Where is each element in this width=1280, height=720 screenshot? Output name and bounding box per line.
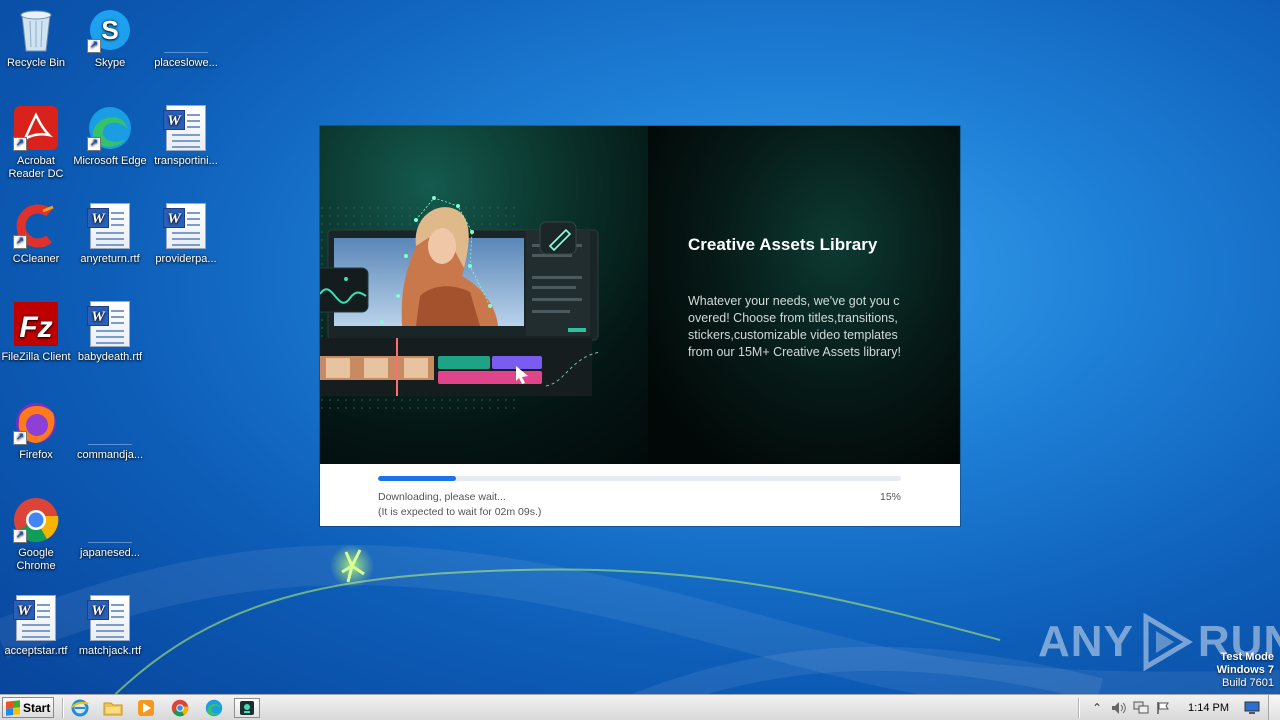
desktop-icon-japanesed[interactable]: japanesed... — [72, 496, 148, 560]
system-tray: ⌃ 1:14 PM — [1078, 695, 1280, 720]
media-player-icon[interactable] — [133, 698, 159, 718]
desktop-icon-edge[interactable]: ↗ Microsoft Edge — [72, 104, 148, 168]
skype-icon: S ↗ — [86, 6, 134, 54]
shortcut-arrow-icon: ↗ — [13, 431, 27, 445]
icon-label: Recycle Bin — [6, 57, 66, 69]
desktop-icon-commandja[interactable]: commandja... — [72, 398, 148, 462]
icon-label: Acrobat Reader DC — [8, 155, 64, 180]
shortcut-arrow-icon: ↗ — [13, 529, 27, 543]
icon-label: Firefox — [19, 449, 53, 461]
word-doc-icon: W — [162, 202, 210, 250]
progress-percent: 15% — [879, 491, 901, 503]
blank-file-icon — [86, 398, 134, 446]
status-line: Downloading, please wait... — [378, 491, 506, 503]
svg-text:Fz: Fz — [19, 311, 52, 344]
desktop-icon-babydeath[interactable]: W babydeath.rtf — [72, 300, 148, 364]
chrome-icon[interactable] — [167, 698, 193, 718]
icon-label: anyreturn.rtf — [80, 253, 140, 265]
desktop-icon-ccleaner[interactable]: ↗ CCleaner — [0, 202, 74, 266]
icon-label: placeslowe... — [154, 57, 218, 69]
shortcut-arrow-icon: ↗ — [13, 137, 27, 151]
blank-file-icon — [162, 6, 210, 54]
desktop-icon-filezilla[interactable]: Fz FileZilla Client — [0, 300, 74, 364]
volume-icon[interactable] — [1111, 700, 1127, 716]
acrobat-icon: ↗ — [12, 104, 60, 152]
action-center-flag-icon[interactable] — [1155, 700, 1171, 716]
word-doc-icon: W — [162, 104, 210, 152]
explorer-folder-icon[interactable] — [100, 698, 126, 718]
show-desktop-button[interactable] — [1268, 695, 1280, 720]
progress-bar — [378, 476, 901, 481]
video-editor-illustration — [320, 196, 601, 414]
icon-label: babydeath.rtf — [77, 351, 143, 363]
desktop-icon-transportini[interactable]: W transportini... — [148, 104, 224, 168]
windows-test-mode-notice: Test Mode Windows 7 Build 7601 — [1217, 651, 1274, 690]
icon-label: FileZilla Client — [1, 351, 71, 363]
desktop-icon-matchjack[interactable]: W matchjack.rtf — [72, 594, 148, 658]
desktop: { "desktop": { "icons": [ {"label": "Rec… — [0, 0, 1280, 720]
word-doc-icon: W — [12, 594, 60, 642]
windows-logo-icon — [6, 699, 20, 716]
icon-label: Microsoft Edge — [73, 155, 147, 167]
chrome-icon: ↗ — [12, 496, 60, 544]
installer-icon[interactable] — [234, 698, 260, 718]
icon-label: CCleaner — [12, 253, 60, 265]
icon-label: matchjack.rtf — [78, 645, 142, 657]
watermark-left: ANY — [1038, 617, 1134, 666]
desktop-monitor-icon[interactable] — [1244, 700, 1260, 716]
os-name-label: Windows 7 — [1216, 664, 1274, 676]
icon-label: transportini... — [154, 155, 218, 167]
icon-label: Skype — [94, 57, 126, 69]
recycle-bin-icon — [12, 6, 60, 54]
desktop-icon-acceptstar[interactable]: W acceptstar.rtf — [0, 594, 74, 658]
taskbar-clock[interactable]: 1:14 PM — [1188, 702, 1229, 714]
desktop-icon-acrobat[interactable]: ↗ Acrobat Reader DC — [0, 104, 74, 181]
desktop-icon-placeslowe[interactable]: placeslowe... — [148, 6, 224, 70]
banner-title: Creative Assets Library — [688, 235, 878, 254]
icon-label: japanesed... — [80, 547, 140, 559]
shortcut-arrow-icon: ↗ — [87, 39, 101, 53]
word-doc-icon: W — [86, 300, 134, 348]
shortcut-arrow-icon: ↗ — [87, 137, 101, 151]
taskbar-separator — [62, 698, 64, 718]
internet-explorer-icon[interactable] — [67, 698, 93, 718]
word-doc-icon: W — [86, 594, 134, 642]
desktop-icon-skype[interactable]: S ↗ Skype — [72, 6, 148, 70]
desktop-icon-chrome[interactable]: ↗ Google Chrome — [0, 496, 74, 573]
tray-separator — [1078, 698, 1081, 718]
icon-label: providerpa... — [155, 253, 217, 265]
download-progress-area: Downloading, please wait... (It is expec… — [320, 464, 960, 526]
blank-file-icon — [86, 496, 134, 544]
desktop-icon-anyreturn[interactable]: W anyreturn.rtf — [72, 202, 148, 266]
icon-label: commandja... — [76, 449, 144, 461]
progress-bar-fill — [378, 476, 457, 481]
svg-text:S: S — [101, 15, 118, 45]
word-doc-icon: W — [86, 202, 134, 250]
network-icon[interactable] — [1133, 700, 1149, 716]
build-label: Build 7601 — [1222, 677, 1274, 689]
desktop-icon-firefox[interactable]: ↗ Firefox — [0, 398, 74, 462]
desktop-icon-providerpa[interactable]: W providerpa... — [148, 202, 224, 266]
icon-label: Google Chrome — [16, 547, 56, 572]
ccleaner-icon: ↗ — [12, 202, 60, 250]
installer-window[interactable]: Creative Assets Library Whatever your ne… — [320, 126, 960, 526]
banner-description: Whatever your needs, we've got you cover… — [688, 294, 901, 359]
eta-line: (It is expected to wait for 02m 09s.) — [378, 506, 542, 518]
icon-label: acceptstar.rtf — [4, 645, 68, 657]
shortcut-arrow-icon: ↗ — [13, 235, 27, 249]
play-logo-icon — [1143, 613, 1193, 671]
start-label: Start — [23, 700, 51, 715]
edge-icon: ↗ — [86, 104, 134, 152]
start-button[interactable]: Start — [2, 697, 54, 718]
filezilla-icon: Fz — [12, 300, 60, 348]
desktop-icon-recycle-bin[interactable]: Recycle Bin — [0, 6, 74, 70]
download-status: Downloading, please wait... (It is expec… — [378, 490, 541, 520]
promo-banner: Creative Assets Library Whatever your ne… — [320, 126, 960, 464]
taskbar: Start ⌃ 1:14 PM — [0, 694, 1280, 720]
test-mode-label: Test Mode — [1220, 651, 1274, 663]
firefox-icon: ↗ — [12, 398, 60, 446]
show-hidden-icons-icon[interactable]: ⌃ — [1089, 700, 1105, 716]
edge-icon[interactable] — [201, 698, 227, 718]
